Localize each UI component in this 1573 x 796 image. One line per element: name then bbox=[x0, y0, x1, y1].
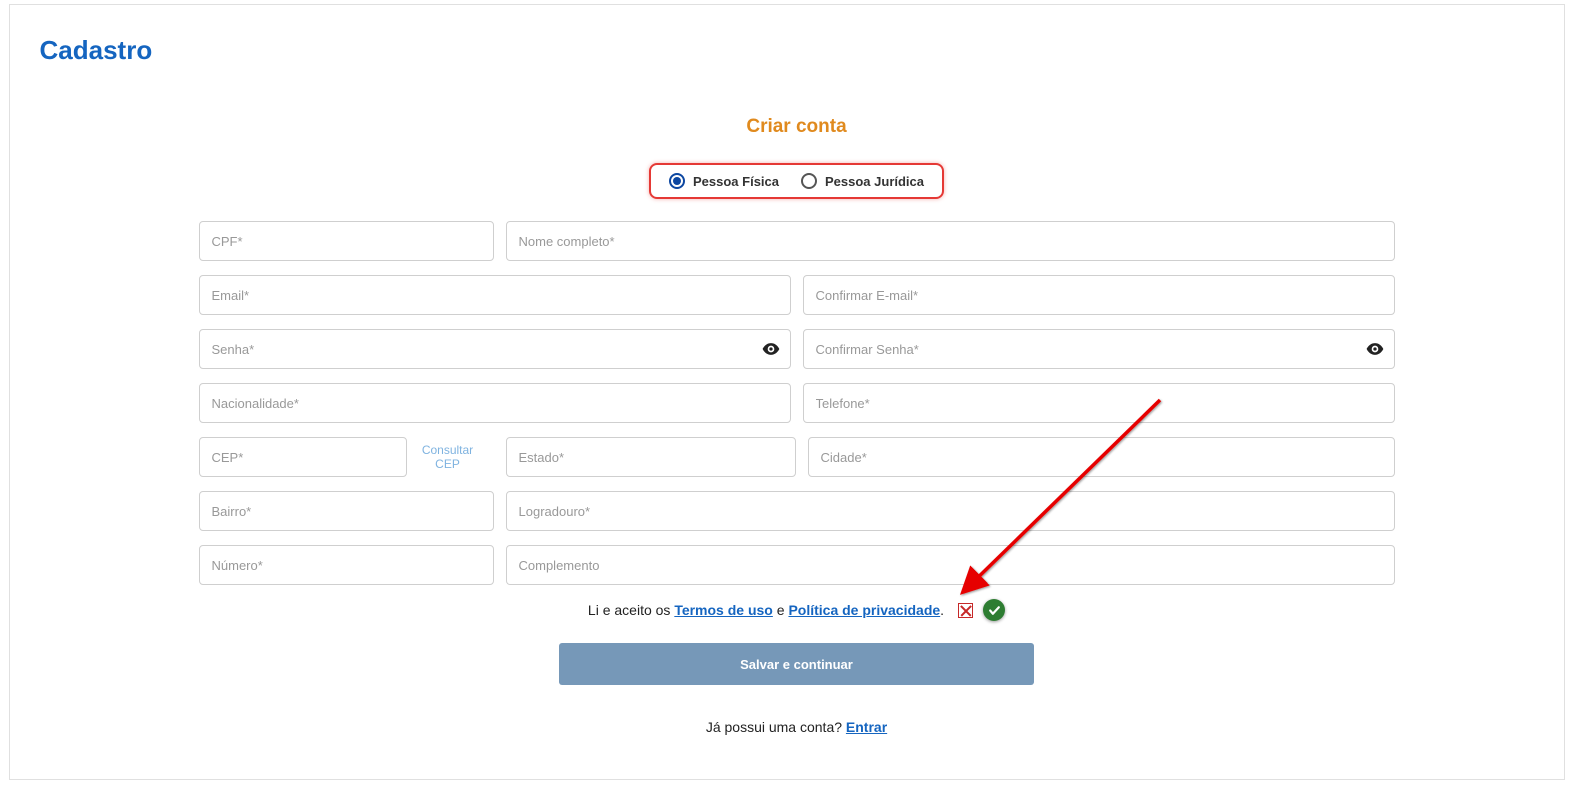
terms-middle: e bbox=[773, 602, 789, 618]
terms-row: Li e aceito os Termos de uso e Política … bbox=[199, 599, 1395, 621]
logradouro-field[interactable] bbox=[506, 491, 1395, 531]
nome-field[interactable] bbox=[506, 221, 1395, 261]
politica-link[interactable]: Política de privacidade bbox=[788, 602, 940, 618]
bairro-field[interactable] bbox=[199, 491, 494, 531]
section-title: Criar conta bbox=[199, 116, 1395, 138]
radio-pessoa-juridica[interactable]: Pessoa Jurídica bbox=[801, 173, 924, 189]
terms-suffix: . bbox=[940, 602, 944, 618]
entrar-link[interactable]: Entrar bbox=[846, 719, 887, 735]
cep-field[interactable] bbox=[199, 437, 407, 477]
email-field[interactable] bbox=[199, 275, 791, 315]
complemento-field[interactable] bbox=[506, 545, 1395, 585]
confirm-email-field[interactable] bbox=[803, 275, 1395, 315]
registration-form: Criar conta Pessoa Física Pessoa Jurídic… bbox=[199, 116, 1395, 735]
confirm-senha-field[interactable] bbox=[803, 329, 1395, 369]
terms-prefix: Li e aceito os bbox=[588, 602, 674, 618]
radio-unselected-icon bbox=[801, 173, 817, 189]
eye-icon[interactable] bbox=[1365, 339, 1385, 359]
consultar-cep-link[interactable]: Consultar CEP bbox=[413, 437, 483, 471]
telefone-field[interactable] bbox=[803, 383, 1395, 423]
check-circle-icon bbox=[983, 599, 1005, 621]
estado-field[interactable] bbox=[506, 437, 796, 477]
page-title: Cadastro bbox=[40, 35, 1554, 66]
login-prompt-text: Já possui uma conta? bbox=[706, 719, 846, 735]
terms-checkbox[interactable] bbox=[958, 603, 973, 618]
nacionalidade-field[interactable] bbox=[199, 383, 791, 423]
login-prompt: Já possui uma conta? Entrar bbox=[199, 719, 1395, 735]
cidade-field[interactable] bbox=[808, 437, 1395, 477]
senha-field[interactable] bbox=[199, 329, 791, 369]
cpf-field[interactable] bbox=[199, 221, 494, 261]
termos-link[interactable]: Termos de uso bbox=[674, 602, 773, 618]
radio-pessoa-fisica[interactable]: Pessoa Física bbox=[669, 173, 779, 189]
account-type-selector: Pessoa Física Pessoa Jurídica bbox=[649, 163, 944, 199]
radio-selected-icon bbox=[669, 173, 685, 189]
numero-field[interactable] bbox=[199, 545, 494, 585]
eye-icon[interactable] bbox=[761, 339, 781, 359]
radio-label: Pessoa Jurídica bbox=[825, 174, 924, 189]
salvar-continuar-button[interactable]: Salvar e continuar bbox=[559, 643, 1034, 685]
radio-label: Pessoa Física bbox=[693, 174, 779, 189]
